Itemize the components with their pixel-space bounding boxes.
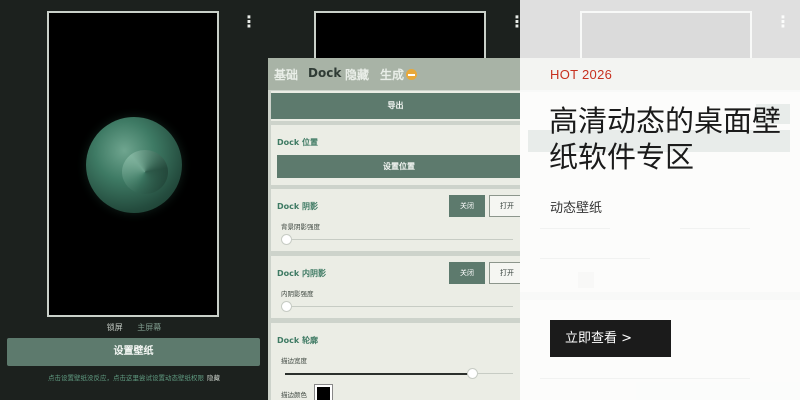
dock-outline-title: Dock 轮廓 bbox=[277, 336, 318, 345]
permission-hint-link[interactable]: 点击设置壁纸没反应，点击这里尝试设置动态壁纸权限 bbox=[48, 374, 204, 382]
preview-frame-top bbox=[314, 11, 486, 59]
outline-color-label: 描边颜色 bbox=[281, 391, 307, 399]
ad-subtitle: 动态壁纸 bbox=[550, 201, 603, 216]
tab-generate-label: 生成 bbox=[380, 68, 405, 82]
inner-shadow-on-button[interactable]: 打开 bbox=[489, 262, 520, 284]
ad-tag: HOT 2026 bbox=[550, 67, 613, 82]
outline-width-slider[interactable] bbox=[466, 368, 478, 379]
hide-hint-link[interactable]: 隐藏 bbox=[207, 374, 220, 382]
view-now-button[interactable]: 立即查看 > bbox=[550, 320, 671, 357]
dock-inner-shadow-card: Dock 内阴影 关闭 打开 内阴影强度 bbox=[271, 256, 520, 318]
dock-shadow-card: Dock 阴影 关闭 打开 背景阴影强度 bbox=[271, 189, 520, 251]
dock-position-title: Dock 位置 bbox=[277, 138, 318, 147]
inner-shadow-strength-track bbox=[285, 306, 513, 307]
tab-generate[interactable]: 生成 bbox=[380, 66, 418, 83]
export-button[interactable]: 导出 bbox=[271, 93, 520, 119]
wallpaper-sphere-highlight bbox=[122, 150, 168, 194]
export-card: 导出 bbox=[271, 91, 520, 121]
tab-basic[interactable]: 基础 bbox=[274, 66, 298, 83]
settings-tabbar: 基础 Dock 隐藏 生成 bbox=[268, 58, 520, 138]
tab-hide[interactable]: 隐藏 bbox=[345, 66, 369, 83]
permission-hint: 点击设置壁纸没反应，点击这里尝试设置动态壁纸权限 隐藏 bbox=[0, 372, 268, 382]
tab-lockscreen[interactable]: 锁屏 bbox=[107, 323, 123, 332]
outline-color-swatch[interactable] bbox=[314, 384, 333, 400]
minus-badge-icon bbox=[406, 69, 418, 80]
inner-shadow-off-button[interactable]: 关闭 bbox=[449, 262, 485, 284]
dock-outline-card: Dock 轮廓 描边宽度 描边颜色 bbox=[271, 323, 520, 400]
shadow-strength-label: 背景阴影强度 bbox=[281, 223, 320, 231]
preview-tabs: 锁屏 主屏幕 bbox=[0, 322, 268, 333]
inner-shadow-strength-slider[interactable] bbox=[281, 301, 292, 312]
inner-shadow-strength-label: 内阴影强度 bbox=[281, 290, 314, 298]
set-wallpaper-button[interactable]: 设置壁纸 bbox=[7, 338, 260, 366]
set-position-button[interactable]: 设置位置 bbox=[277, 155, 520, 178]
outline-width-label: 描边宽度 bbox=[281, 357, 307, 365]
more-vert-icon[interactable]: ⋮ bbox=[241, 12, 257, 32]
outline-width-fill bbox=[285, 373, 472, 375]
ad-title: 高清动态的桌面壁纸软件专区 bbox=[549, 104, 782, 174]
shadow-off-button[interactable]: 关闭 bbox=[449, 195, 485, 217]
shadow-strength-track bbox=[285, 239, 513, 240]
more-vert-icon[interactable]: ⋮ bbox=[509, 12, 520, 31]
dock-position-card: Dock 位置 设置位置 bbox=[271, 125, 520, 185]
dock-inner-shadow-title: Dock 内阴影 bbox=[277, 269, 326, 278]
app-screenshots-collage: ⋮ 锁屏 主屏幕 设置壁纸 点击设置壁纸没反应，点击这里尝试设置动态壁纸权限 隐藏… bbox=[0, 0, 800, 400]
tab-dock[interactable]: Dock bbox=[308, 66, 341, 80]
shadow-on-button[interactable]: 打开 bbox=[489, 195, 520, 217]
shadow-strength-slider[interactable] bbox=[281, 234, 292, 245]
dock-shadow-title: Dock 阴影 bbox=[277, 202, 318, 211]
wallpaper-preview-screen: ⋮ 锁屏 主屏幕 设置壁纸 点击设置壁纸没反应，点击这里尝试设置动态壁纸权限 隐藏 bbox=[0, 0, 268, 400]
dock-settings-screen: ⋮ 基础 Dock 隐藏 生成 导出 Dock 位置 设置位置 Dock 阴影 … bbox=[268, 0, 520, 400]
tab-homescreen[interactable]: 主屏幕 bbox=[137, 323, 161, 332]
